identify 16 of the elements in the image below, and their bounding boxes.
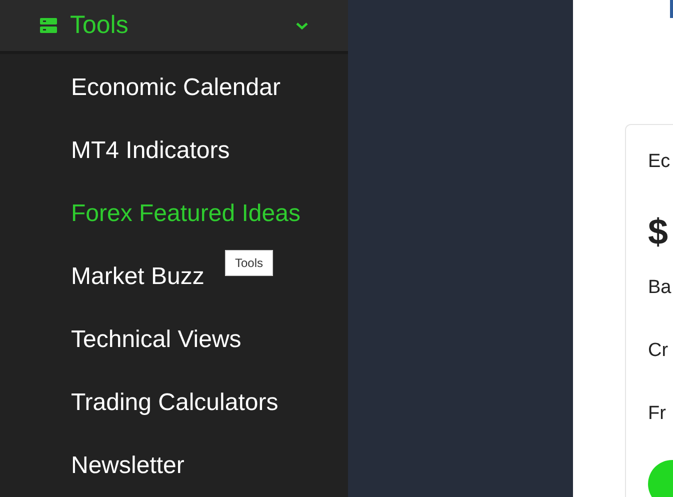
edge-mark bbox=[670, 0, 673, 18]
menu-item[interactable]: MT4 Indicators bbox=[0, 119, 230, 182]
card-text: Ec bbox=[648, 150, 670, 174]
amount-text: $ bbox=[648, 212, 668, 252]
tooltip: Tools bbox=[225, 250, 274, 276]
card-text: Fr bbox=[648, 402, 666, 426]
menu-item[interactable]: Forex Featured Ideas bbox=[0, 182, 300, 245]
server-icon bbox=[40, 18, 57, 33]
menu-item[interactable]: Trading Calculators bbox=[0, 371, 278, 434]
card-text: Cr bbox=[648, 339, 668, 363]
menu-item[interactable]: Newsletter bbox=[0, 434, 184, 497]
menu-item[interactable]: Technical Views bbox=[0, 308, 242, 371]
card-text: Ba bbox=[648, 276, 672, 300]
chevron-icon[interactable] bbox=[296, 22, 308, 30]
menu-item[interactable]: Market Buzz bbox=[0, 245, 204, 308]
menu-item[interactable]: Economic Calendar bbox=[0, 56, 280, 119]
